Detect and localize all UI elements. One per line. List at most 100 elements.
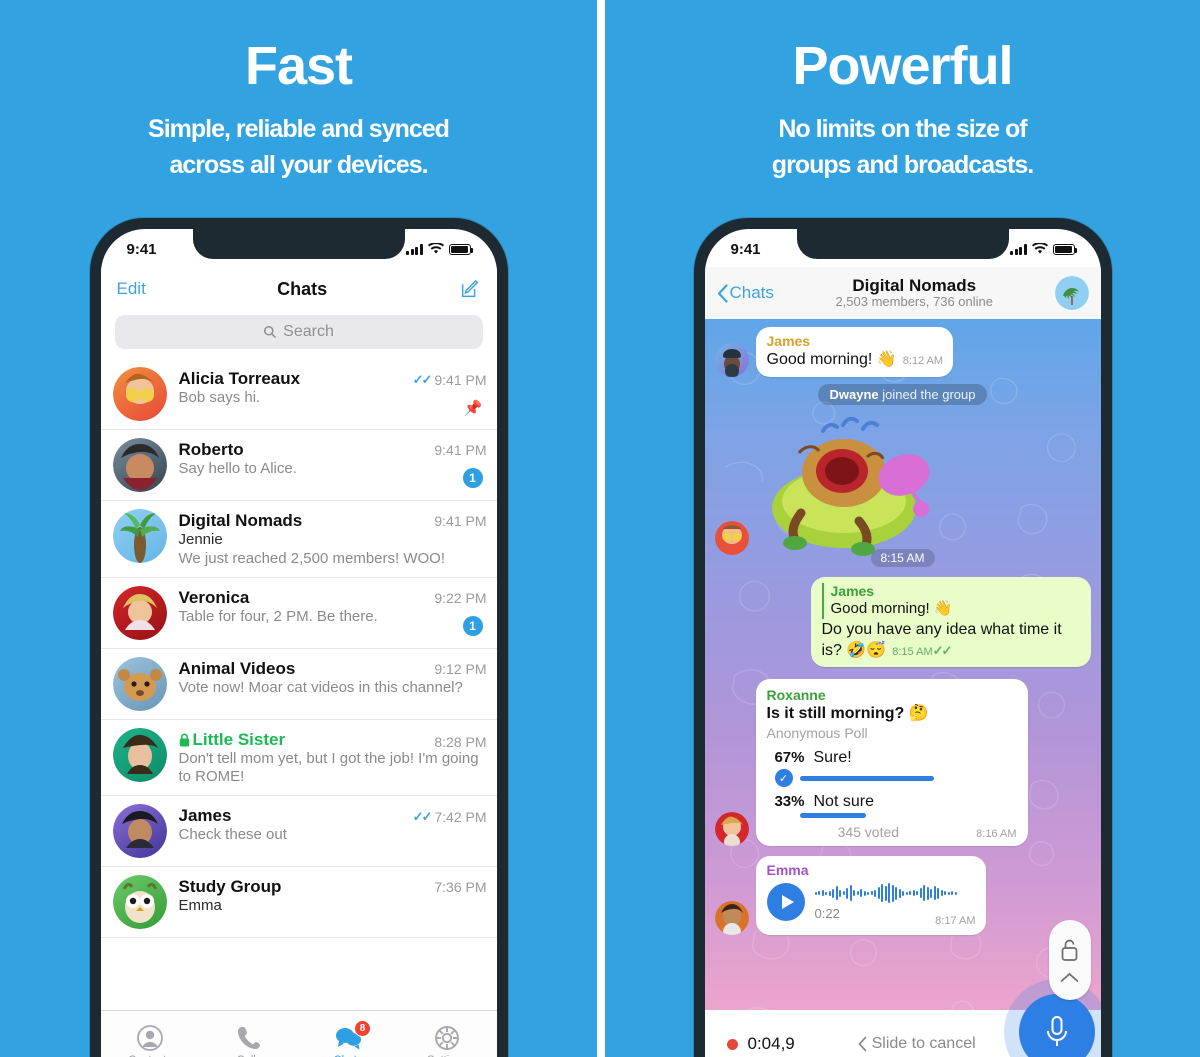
avatar[interactable] (714, 520, 749, 555)
avatar[interactable] (714, 812, 749, 847)
edit-button[interactable]: Edit (117, 279, 146, 299)
group-avatar (1054, 276, 1089, 310)
gear-icon (433, 1024, 461, 1050)
play-icon[interactable] (766, 882, 805, 921)
chat-item-time: ✓✓ 9:41 PM (412, 372, 487, 388)
conversation-titles[interactable]: Digital Nomads 2,503 members, 736 online (778, 276, 1051, 310)
poll-card[interactable]: Roxanne Is it still morning? 🤔 Anonymous… (755, 679, 1028, 847)
right-phone-screen: 9:41 Chats Digital Nomads 2,503 members,… (704, 229, 1101, 1057)
tab-contacts[interactable]: Contacts (101, 1011, 200, 1057)
chat-item-time: 9:41 PM (434, 442, 487, 458)
chat-item-content: Study Group 7:36 PM Emma (179, 875, 487, 916)
tab-label: Settings (427, 1054, 467, 1057)
poll-option-percent: 33% (774, 793, 805, 811)
chat-list-item[interactable]: Study Group 7:36 PM Emma (100, 867, 497, 938)
poll-option[interactable]: 67% Sure! ✓ (767, 749, 1017, 788)
microphone-button[interactable] (1003, 979, 1101, 1057)
tab-settings[interactable]: Settings (398, 1011, 497, 1057)
chat-item-header: Study Group 7:36 PM (179, 877, 487, 897)
phone-notch (192, 229, 405, 259)
status-indicators (406, 243, 473, 255)
search-container: Search (100, 311, 497, 359)
right-title: Powerful (792, 36, 1013, 96)
chat-item-name: Roberto (178, 440, 244, 459)
chat-item-content: Digital Nomads 9:41 PM Jennie We just reach… (179, 509, 487, 569)
left-promo-panel: Fast Simple, reliable and synced across … (0, 0, 597, 1057)
chat-list-item[interactable]: James ✓✓ 7:42 PM Check these out (100, 796, 497, 867)
slide-to-cancel[interactable]: Slide to cancel (795, 1035, 1039, 1053)
search-input[interactable]: Search (114, 315, 483, 349)
chat-item-name: Little Sister (179, 730, 435, 750)
service-message-text: joined the group (882, 386, 976, 402)
promo-screenshot: Fast Simple, reliable and synced across … (0, 0, 1200, 1057)
back-button[interactable]: Chats (717, 283, 774, 303)
microphone-icon (1046, 1016, 1067, 1046)
avatar[interactable] (112, 438, 167, 492)
chats-nav-bar: Edit Chats (100, 267, 497, 311)
chat-item-time: ✓✓ 7:42 PM (412, 809, 487, 825)
lock-recording-button[interactable] (1048, 920, 1091, 1000)
reply-quote[interactable]: James Good morning! 👋 (821, 582, 1081, 619)
chat-item-message: Say hello to Alice. (178, 460, 297, 477)
right-subtitle-line1: No limits on the size of (778, 114, 1027, 143)
poll-question: Is it still morning? 🤔 (766, 705, 929, 723)
poll-time: 8:16 AM (976, 828, 1017, 841)
left-heading-block: Fast Simple, reliable and synced across … (0, 38, 597, 183)
sticker-message[interactable]: 8:15 AM (714, 413, 1091, 567)
poll-option-bar (799, 775, 934, 781)
check-icon: ✓ (774, 769, 793, 788)
tab-chats[interactable]: 8 Chats (299, 1011, 398, 1057)
poll-option-label: Not sure (813, 793, 874, 811)
message-poll: Roxanne Is it still morning? 🤔 Anonymous… (714, 679, 1091, 847)
chat-item-time: 9:22 PM (434, 589, 487, 606)
message-voice: Emma 0:22 8:17 AM (714, 856, 1091, 936)
chat-list-item[interactable]: Roberto 9:41 PM Say hello to Alice. 1 (100, 430, 497, 501)
tab-bar: Contacts Calls 8 Chats Settings (100, 1010, 497, 1057)
conversation-background: James Good morning! 👋 8:12 AM Dwayne join… (704, 319, 1101, 1057)
message-bubble[interactable]: James Good morning! 👋 8:12 AM (755, 327, 954, 377)
avatar[interactable] (112, 367, 167, 421)
avatar[interactable] (112, 875, 167, 929)
avocado-sticker-icon (771, 416, 929, 556)
chat-list-item[interactable]: Digital Nomads 9:41 PM Jennie We just reach… (100, 501, 497, 578)
chat-item-header: Animal Videos 9:12 PM (179, 659, 487, 679)
right-promo-panel: Powerful No limits on the size of groups… (605, 0, 1200, 1057)
conversation-avatar[interactable] (1054, 276, 1089, 310)
unread-badge: 1 (462, 468, 483, 488)
chat-list-item[interactable]: Little Sister 8:28 PM Don't tell mom yet, … (100, 720, 497, 796)
avatar[interactable] (112, 585, 167, 640)
panel-divider (597, 0, 605, 1057)
chat-list-item[interactable]: Animal Videos 9:12 PM Vote now! Moar cat v… (100, 649, 497, 720)
left-title: Fast (244, 36, 353, 96)
chat-list-item[interactable]: Alicia Torreaux ✓✓ 9:41 PM Bob says hi. 📌 (100, 359, 497, 430)
waveform-icon (814, 882, 957, 904)
chat-list: Alicia Torreaux ✓✓ 9:41 PM Bob says hi. 📌 Rob… (100, 359, 497, 938)
avatar[interactable] (112, 727, 167, 782)
poll-option[interactable]: 33% Not sure (767, 793, 1017, 819)
lock-icon (179, 733, 189, 746)
avatar[interactable] (714, 342, 749, 377)
poll-option-label: Sure! (813, 749, 852, 767)
search-placeholder: Search (283, 323, 334, 340)
poll-footer: 345 voted 8:16 AM (767, 824, 1017, 840)
avatar[interactable] (112, 804, 167, 858)
conversation-nav-bar: Chats Digital Nomads 2,503 members, 736 … (704, 267, 1101, 319)
page-title: Chats (277, 278, 328, 299)
voice-message-bubble[interactable]: Emma 0:22 8:17 AM (755, 856, 986, 936)
poll-voted-count: 345 voted (837, 824, 900, 841)
chat-list-item[interactable]: Veronica 9:22 PM Table for four, 2 PM. Be … (100, 578, 497, 649)
message-text: Good morning! 👋 (766, 350, 897, 368)
chat-item-header: Veronica 9:22 PM (179, 588, 487, 608)
tab-label: Chats (334, 1054, 363, 1057)
read-ticks-icon: ✓✓ (932, 642, 953, 658)
status-time: 9:41 (730, 240, 761, 258)
tab-calls[interactable]: Calls (200, 1011, 299, 1057)
compose-icon[interactable] (459, 278, 481, 300)
message-bubble-outgoing[interactable]: James Good morning! 👋 Do you have any id… (810, 576, 1091, 668)
chat-item-name: Digital Nomads (178, 511, 303, 530)
battery-icon (448, 244, 473, 255)
chat-item-header: Digital Nomads 9:41 PM (179, 511, 487, 531)
avatar[interactable] (112, 509, 167, 563)
avatar[interactable] (714, 901, 749, 936)
avatar[interactable] (112, 656, 167, 711)
